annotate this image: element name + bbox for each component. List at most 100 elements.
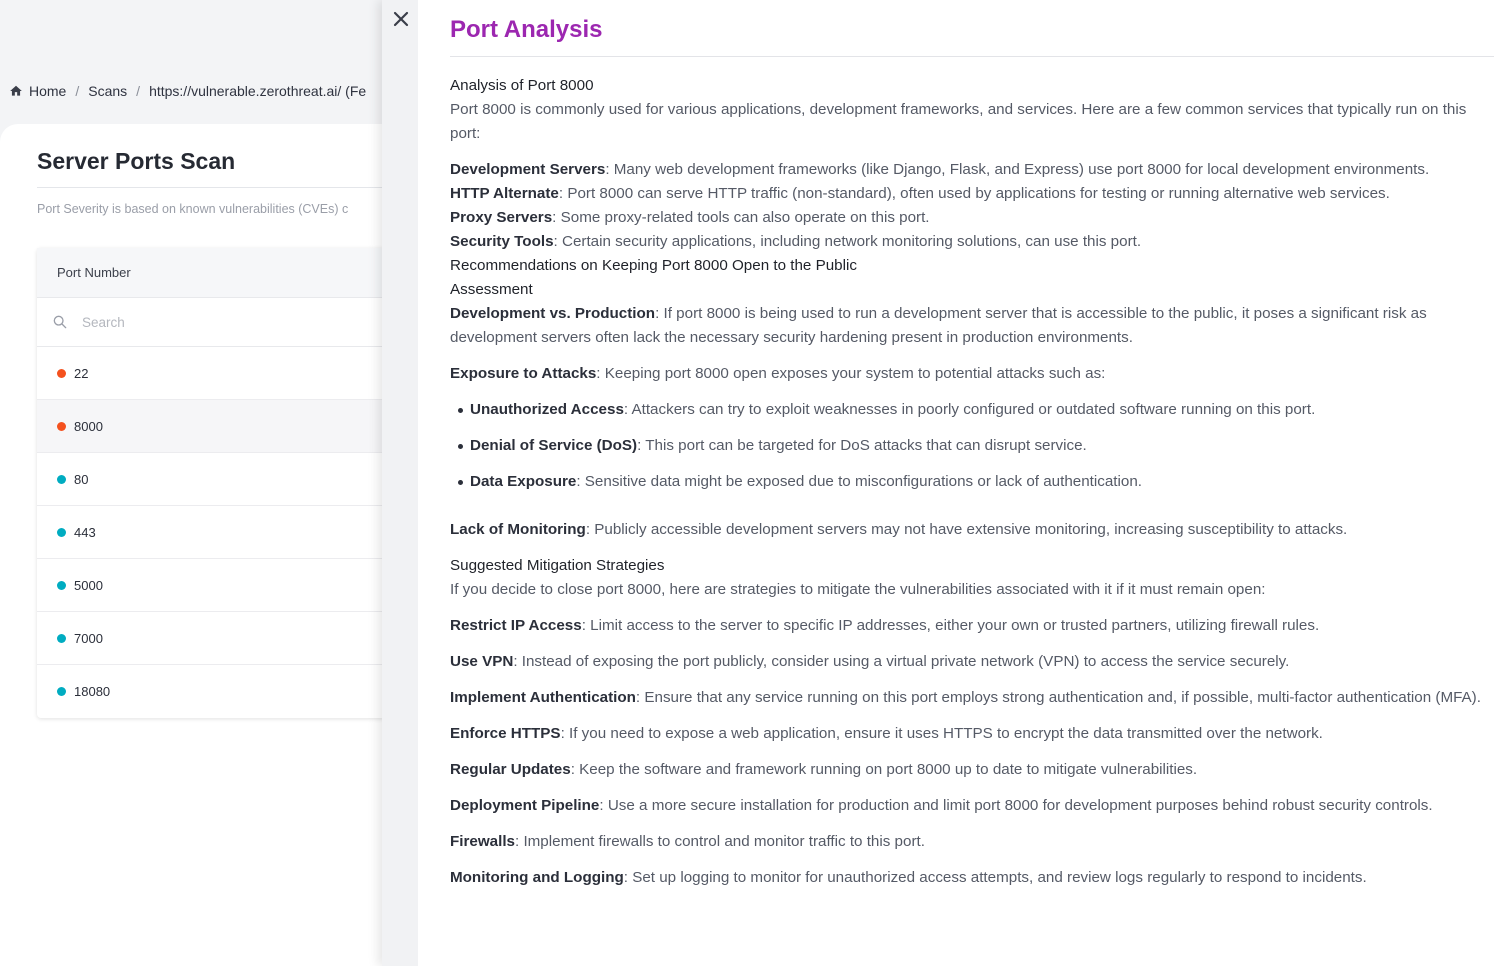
item-text: : If you need to expose a web applicatio… [560,725,1323,742]
mitigation-item: Deployment Pipeline: Use a more secure i… [450,794,1494,818]
item-text: : Instead of exposing the port publicly,… [513,653,1290,670]
item-text: : This port can be targeted for DoS atta… [637,437,1087,454]
mitigation-intro: If you decide to close port 8000, here a… [450,581,1266,598]
severity-dot [57,474,66,484]
item-term: HTTP Alternate [450,185,559,202]
mitigation-item: Regular Updates: Keep the software and f… [450,758,1494,782]
drawer-content: Port Analysis Analysis of Port 8000 Port… [450,14,1494,890]
item-text: : Sensitive data might be exposed due to… [576,473,1143,490]
service-item: Security Tools: Certain security applica… [450,230,1494,254]
severity-note: Port Severity is based on known vulnerab… [37,202,349,216]
breadcrumb-target-link[interactable]: https://vulnerable.zerothreat.ai/ (Fe [149,83,366,99]
port-row-443[interactable]: 443 [37,506,400,559]
item-term: Unauthorized Access [470,401,624,418]
item-text: : Keeping port 8000 open exposes your sy… [596,365,1106,382]
item-text: : Implement firewalls to control and mon… [515,833,925,850]
item-text: : Use a more secure installation for pro… [599,797,1433,814]
item-text: : Keep the software and framework runnin… [570,761,1198,778]
port-number: 18080 [74,684,111,699]
recommendations-heading: Recommendations on Keeping Port 8000 Ope… [450,257,857,274]
analysis-intro: Port 8000 is commonly used for various a… [450,101,1467,142]
item-text: : Many web development frameworks (like … [605,161,1430,178]
item-text: : Attackers can try to exploit weaknesse… [623,401,1316,418]
item-term: Lack of Monitoring [450,521,586,538]
port-analysis-drawer: Port Analysis Analysis of Port 8000 Port… [382,0,1509,966]
services-list: Development Servers: Many web developmen… [450,158,1494,254]
server-ports-panel: Server Ports Scan Port Severity is based… [0,124,400,966]
port-row-80[interactable]: 80 [37,453,400,506]
port-number-column-header[interactable]: Port Number [37,248,400,298]
port-row-22[interactable]: 22 [37,347,400,400]
item-term: Firewalls [450,833,515,850]
severity-dot [57,421,66,431]
port-number: 443 [74,524,96,540]
attack-item: Data Exposure: Sensitive data might be e… [458,470,1494,494]
analysis-body: Analysis of Port 8000 Port 8000 is commo… [450,74,1494,890]
drawer-title-divider [450,56,1494,57]
item-term: Use VPN [450,653,514,670]
breadcrumb-separator: / [136,83,141,99]
severity-dot [57,527,66,537]
service-item: Development Servers: Many web developmen… [450,158,1494,182]
item-term: Denial of Service (DoS) [470,437,638,454]
port-row-5000[interactable]: 5000 [37,559,400,612]
port-table: Port Number 22 8000 80 443 5000 7000 18080 [37,248,400,718]
item-text: : Certain security applications, includi… [553,233,1142,250]
port-search [37,298,400,347]
breadcrumb-scans-link[interactable]: Scans [88,83,127,99]
mitigation-item: Firewalls: Implement firewalls to contro… [450,830,1494,854]
port-row-7000[interactable]: 7000 [37,612,400,665]
port-row-18080[interactable]: 18080 [37,665,400,718]
severity-dot [57,687,66,696]
mitigation-item: Use VPN: Instead of exposing the port pu… [450,650,1494,674]
item-term: Implement Authentication [450,689,636,706]
item-term: Data Exposure [470,473,577,490]
mitigation-item: Restrict IP Access: Limit access to the … [450,614,1494,638]
port-search-input[interactable] [82,314,332,330]
title-divider [37,187,400,188]
port-number: 5000 [74,577,103,593]
exposure-item: Exposure to Attacks: Keeping port 8000 o… [450,362,1494,386]
item-term: Deployment Pipeline [450,797,600,814]
mitigation-item: Implement Authentication: Ensure that an… [450,686,1494,710]
breadcrumb-home-link[interactable]: Home [29,83,66,99]
severity-dot [57,633,66,643]
mitigation-item: Monitoring and Logging: Set up logging t… [450,866,1494,890]
assessment-heading: Assessment [450,281,533,298]
mitigation-item: Enforce HTTPS: If you need to expose a w… [450,722,1494,746]
item-term: Restrict IP Access [450,617,582,634]
item-term: Enforce HTTPS [450,725,561,742]
close-icon[interactable] [391,9,411,29]
mitigation-heading: Suggested Mitigation Strategies [450,557,665,574]
drawer-close-strip [382,0,418,966]
item-text: : Port 8000 can serve HTTP traffic (non-… [558,185,1390,202]
severity-dot [57,580,66,590]
item-text: : Publicly accessible development server… [585,521,1348,538]
port-number: 8000 [74,418,103,434]
breadcrumb: Home / Scans / https://vulnerable.zeroth… [9,83,366,99]
item-term: Proxy Servers [450,209,553,226]
breadcrumb-separator: / [75,83,80,99]
item-term: Security Tools [450,233,554,250]
port-number: 22 [74,365,89,381]
item-text: : Ensure that any service running on thi… [635,689,1481,706]
item-term: Development Servers [450,161,606,178]
attack-item: Denial of Service (DoS): This port can b… [458,434,1494,458]
page-title: Server Ports Scan [37,148,236,174]
item-term: Development vs. Production [450,305,656,322]
port-list: 22 8000 80 443 5000 7000 18080 [37,347,400,718]
service-item: HTTP Alternate: Port 8000 can serve HTTP… [450,182,1494,206]
port-number: 80 [74,471,89,487]
attacks-list: Unauthorized Access: Attackers can try t… [450,398,1494,494]
search-icon [53,315,67,329]
drawer-title: Port Analysis [450,16,603,43]
item-term: Exposure to Attacks [450,365,597,382]
port-row-8000[interactable]: 8000 [37,400,400,453]
item-text: : Set up logging to monitor for unauthor… [623,869,1367,886]
item-text: : Some proxy-related tools can also oper… [552,209,930,226]
dev-vs-production-item: Development vs. Production: If port 8000… [450,302,1494,350]
port-number: 7000 [74,630,103,646]
analysis-heading: Analysis of Port 8000 [450,77,594,94]
item-term: Regular Updates [450,761,571,778]
attack-item: Unauthorized Access: Attackers can try t… [458,398,1494,422]
